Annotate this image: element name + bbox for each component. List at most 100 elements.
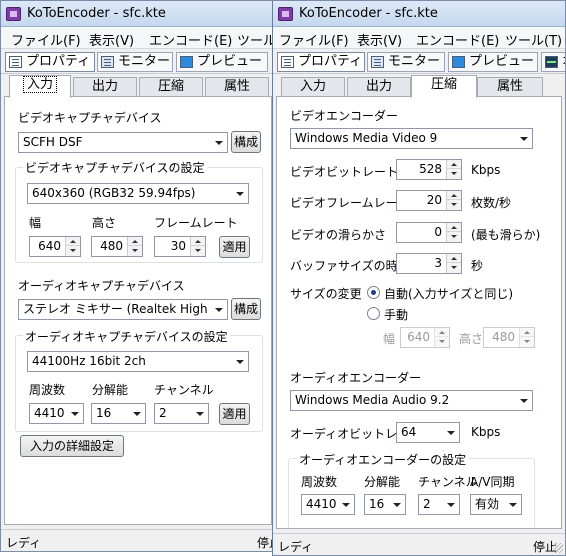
toolbar-monitor-button[interactable]: モニター <box>367 52 445 72</box>
tab-compression-label: 圧縮 <box>157 79 184 94</box>
preview-icon <box>452 56 465 68</box>
tab-input-label: 入力 <box>299 79 326 94</box>
encoder-window-input: KoToEncoder - sfc.kte ファイル(F) 表示(V) エンコー… <box>0 0 276 552</box>
channel-select[interactable]: 2 <box>418 494 460 515</box>
freq-select[interactable]: 44100 <box>29 403 84 424</box>
audio-device-select[interactable]: ステレオ ミキサー (Realtek High Definiti <box>18 299 228 320</box>
menu-view[interactable]: 表示(V) <box>357 30 402 49</box>
menu-file[interactable]: ファイル(F) <box>11 30 81 49</box>
resize-auto-radio[interactable] <box>367 286 380 299</box>
freq-value: 44100 <box>34 406 65 420</box>
av-sync-value: 有効 <box>475 497 500 511</box>
spinner-arrows-icon[interactable] <box>446 191 461 210</box>
input-panel: ビデオキャプチャデバイス SCFH DSF 構成 ビデオキャプチャデバイスの設定… <box>4 96 272 525</box>
bits-select[interactable]: 16 <box>364 494 406 515</box>
video-format-select[interactable]: 640x360 (RGB32 59.94fps) <box>27 183 249 204</box>
audio-bitrate-value: 64 <box>401 425 417 439</box>
av-sync-label: A/V同期 <box>470 475 515 489</box>
channel-label: チャンネル <box>418 475 478 489</box>
toolbar-monitor-label: モニター <box>388 54 441 69</box>
video-bitrate-spinner[interactable]: 528 <box>396 159 462 180</box>
menu-tools[interactable]: ツール <box>237 30 275 49</box>
menu-encode[interactable]: エンコード(E) <box>416 30 499 49</box>
bits-value: 16 <box>96 406 112 420</box>
tab-attributes[interactable]: 属性 <box>477 77 543 97</box>
audio-bitrate-select[interactable]: 64 <box>396 422 460 443</box>
video-settings-title: ビデオキャプチャデバイスの設定 <box>23 159 207 176</box>
menu-tools[interactable]: ツール(T) <box>505 30 562 49</box>
chevron-down-icon <box>191 404 208 423</box>
framerate-spinner[interactable]: 30 <box>154 236 206 257</box>
spinner-arrows-icon[interactable] <box>446 160 461 179</box>
tab-input[interactable]: 入力 <box>9 75 71 98</box>
freq-label: 周波数 <box>301 475 338 489</box>
tab-output[interactable]: 出力 <box>73 77 137 97</box>
chevron-down-icon <box>210 133 227 152</box>
spinner-arrows-icon[interactable] <box>127 237 142 256</box>
spinner-arrows-icon[interactable] <box>519 328 534 347</box>
tab-output[interactable]: 出力 <box>347 77 411 97</box>
monitor-icon <box>371 56 384 68</box>
tab-output-label: 出力 <box>365 79 392 94</box>
video-framerate-spinner[interactable]: 20 <box>396 190 462 211</box>
spinner-arrows-icon[interactable] <box>190 237 205 256</box>
resize-grip-icon[interactable] <box>553 543 563 553</box>
title-bar[interactable]: KoToEncoder - sfc.kte <box>1 1 275 27</box>
video-device-label: ビデオキャプチャデバイス <box>18 111 162 125</box>
toolbar-properties-button[interactable]: プロパティ <box>277 52 365 72</box>
height-spinner[interactable]: 480 <box>91 236 143 257</box>
resize-width-spinner[interactable]: 640 <box>400 327 450 348</box>
audio-encoder-select[interactable]: Windows Media Audio 9.2 <box>290 390 533 411</box>
menu-view[interactable]: 表示(V) <box>89 30 134 49</box>
resize-width-value: 640 <box>407 330 430 344</box>
monitor-icon <box>101 56 114 68</box>
chevron-down-icon <box>504 495 521 514</box>
spinner-arrows-icon[interactable] <box>446 254 461 273</box>
menu-file[interactable]: ファイル(F) <box>279 30 349 49</box>
audio-settings-title: オーディオエンコーダーの設定 <box>297 451 469 468</box>
toolbar-properties-button[interactable]: プロパティ <box>5 52 95 72</box>
width-label: 幅 <box>29 216 42 230</box>
encoder-window-compression: KoToEncoder - sfc.kte ファイル(F) 表示(V) エンコー… <box>272 0 566 556</box>
audio-format-select[interactable]: 44100Hz 16bit 2ch <box>27 351 249 372</box>
spinner-arrows-icon[interactable] <box>434 328 449 347</box>
video-apply-button[interactable]: 適用 <box>219 236 250 258</box>
preview-icon <box>180 56 193 68</box>
video-encoder-select[interactable]: Windows Media Video 9 <box>290 128 533 149</box>
freq-select[interactable]: 44100 <box>301 494 355 515</box>
bits-select[interactable]: 16 <box>91 403 146 424</box>
av-sync-select[interactable]: 有効 <box>470 494 522 515</box>
menu-encode[interactable]: エンコード(E) <box>149 30 232 49</box>
tab-compression[interactable]: 圧縮 <box>139 77 203 97</box>
smoothness-spinner[interactable]: 0 <box>396 222 462 243</box>
audio-apply-button[interactable]: 適用 <box>219 403 250 425</box>
audio-device-value: ステレオ ミキサー (Realtek High Definiti <box>23 302 209 316</box>
toolbar-monitor-button[interactable]: モニター <box>97 52 173 72</box>
channel-value: 2 <box>423 497 431 511</box>
video-framerate-label: ビデオフレームレート <box>290 196 410 210</box>
video-bitrate-unit: Kbps <box>471 163 501 177</box>
channel-select[interactable]: 2 <box>154 403 209 424</box>
toolbar-preview-button[interactable]: プレビュー <box>176 52 268 72</box>
resize-manual-radio[interactable] <box>367 307 380 320</box>
tab-attributes[interactable]: 属性 <box>205 77 269 97</box>
audio-configure-button[interactable]: 構成 <box>231 298 261 320</box>
video-device-select[interactable]: SCFH DSF <box>18 132 228 153</box>
chevron-down-icon <box>388 495 405 514</box>
resize-height-spinner[interactable]: 480 <box>483 327 535 348</box>
width-spinner[interactable]: 640 <box>29 236 81 257</box>
title-bar[interactable]: KoToEncoder - sfc.kte <box>273 1 565 27</box>
tab-input[interactable]: 入力 <box>281 77 345 97</box>
chevron-down-icon <box>515 391 532 410</box>
advanced-input-button[interactable]: 入力の詳細設定 <box>20 435 124 457</box>
spinner-arrows-icon[interactable] <box>446 223 461 242</box>
spinner-arrows-icon[interactable] <box>65 237 80 256</box>
tab-compression[interactable]: 圧縮 <box>411 75 477 98</box>
toolbar-audio-button[interactable]: オ <box>541 52 565 72</box>
status-text: レディ <box>278 540 314 554</box>
buffer-spinner[interactable]: 3 <box>396 253 462 274</box>
bits-value: 16 <box>369 497 385 511</box>
waveform-icon <box>545 56 558 68</box>
toolbar-preview-button[interactable]: プレビュー <box>448 52 538 72</box>
video-configure-button[interactable]: 構成 <box>231 131 261 153</box>
